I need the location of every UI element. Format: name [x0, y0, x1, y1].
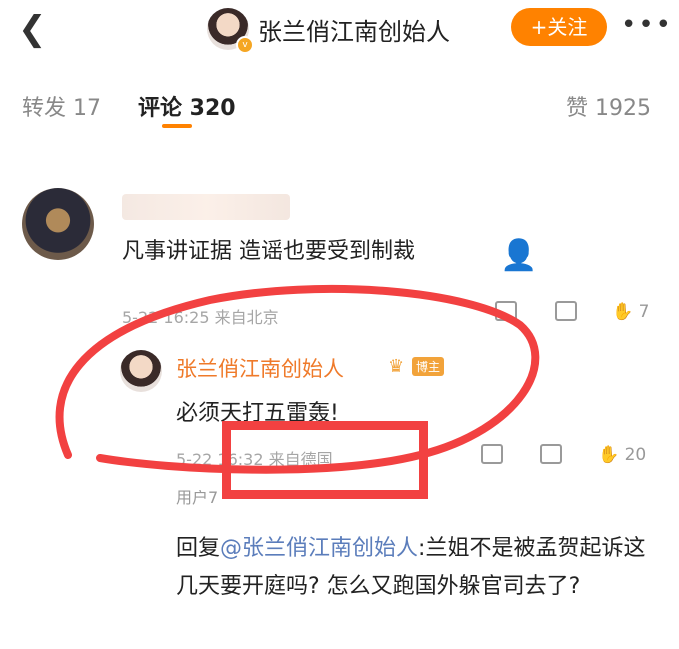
annotation-circle — [55, 284, 540, 474]
annotation-box — [222, 421, 428, 499]
